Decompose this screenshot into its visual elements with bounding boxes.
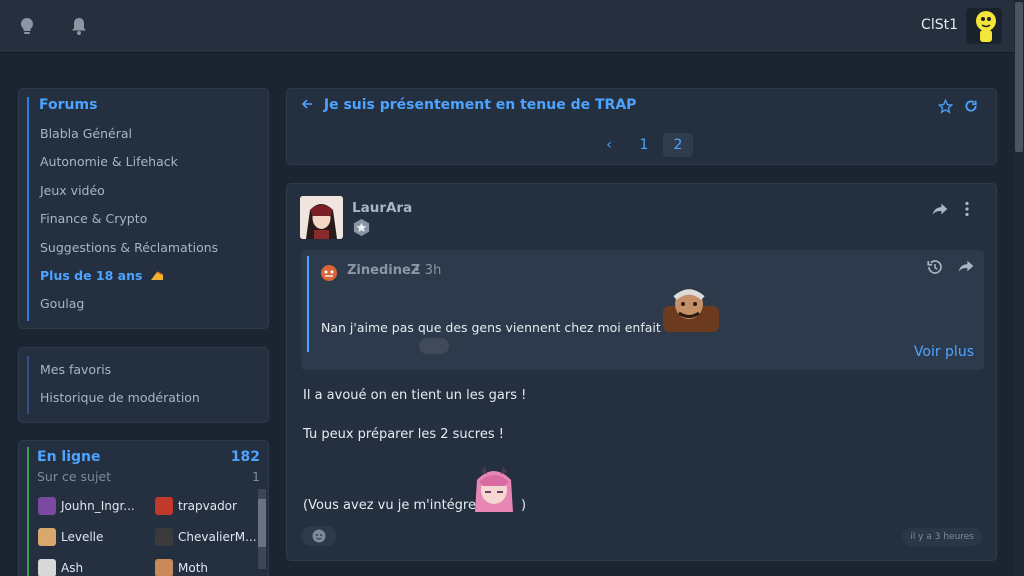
page-1[interactable]: 1: [633, 133, 655, 157]
blurred-sticker-icon: [419, 338, 449, 354]
sidebar-item-plus-18[interactable]: Plus de 18 ans: [29, 262, 218, 290]
online-user[interactable]: Jouhn_Ingr...: [38, 497, 135, 515]
online-user-name: trapvador: [178, 499, 237, 513]
quoted-message: ZinedineZ • 3h Nan j'aime pas que des ge…: [301, 250, 984, 370]
online-user[interactable]: Moth: [155, 559, 208, 576]
username[interactable]: ClSt1: [921, 17, 958, 33]
history-icon[interactable]: [926, 258, 942, 274]
online-user[interactable]: Ash: [38, 559, 83, 576]
post-line-3: (Vous avez vu je m'intégre: [303, 498, 476, 513]
forums-list: Forums Blabla Général Autonomie & Lifeha…: [27, 97, 218, 321]
avatar: [38, 497, 56, 515]
shield-badge-icon: [352, 218, 371, 237]
pager-prev-icon[interactable]: ‹: [599, 133, 619, 157]
links-panel: Mes favoris Historique de modération: [18, 347, 269, 423]
online-user-name: Jouhn_Ingr...: [61, 499, 135, 513]
quote-share-icon[interactable]: [958, 259, 974, 275]
online-user-name: Moth: [178, 561, 209, 575]
bell-icon[interactable]: [69, 16, 89, 36]
online-user[interactable]: ChevalierM...: [155, 528, 257, 546]
back-arrow-icon[interactable]: [301, 97, 318, 113]
top-bar: ClSt1: [0, 0, 1014, 53]
lightbulb-icon[interactable]: [17, 16, 37, 36]
topic-title-text: Je suis présentement en tenue de TRAP: [323, 97, 637, 113]
post-timestamp: il y a 3 heures: [902, 528, 982, 546]
meme-sticker-icon: [657, 286, 721, 334]
online-subtitle-count: 1: [252, 469, 260, 484]
online-user[interactable]: trapvador: [155, 497, 237, 515]
topic-header: Je suis présentement en tenue de TRAP ‹ …: [286, 88, 997, 165]
add-reaction-button[interactable]: [301, 526, 337, 546]
online-title: En ligne: [37, 449, 101, 465]
star-icon[interactable]: [937, 98, 954, 115]
page-scrollbar[interactable]: [1014, 0, 1024, 576]
forums-title[interactable]: Forums: [29, 97, 218, 113]
online-user[interactable]: Levelle: [38, 528, 103, 546]
online-scrollbar-thumb[interactable]: [258, 499, 266, 547]
sidebar-item-suggestions[interactable]: Suggestions & Réclamations: [29, 234, 218, 262]
author-avatar[interactable]: [300, 196, 343, 239]
share-icon[interactable]: [932, 202, 948, 218]
more-options-icon[interactable]: [964, 201, 980, 217]
sidebar-item-label: Plus de 18 ans: [40, 267, 143, 283]
avatar: [38, 528, 56, 546]
online-user-name: ChevalierM...: [178, 530, 257, 544]
post-line-1: Il a avoué on en tient un les gars !: [303, 388, 527, 403]
online-header: En ligne 182 Sur ce sujet 1: [37, 449, 260, 484]
post-line-4: ): [521, 498, 527, 513]
avatar: [155, 497, 173, 515]
post-line-2: Tu peux préparer les 2 sucres !: [303, 427, 504, 442]
user-avatar[interactable]: [966, 8, 1002, 44]
anime-sticker-icon: [469, 462, 519, 512]
online-indicator-bar: [27, 447, 29, 576]
online-subtitle: Sur ce sujet: [37, 469, 112, 484]
page-scrollbar-thumb[interactable]: [1015, 2, 1023, 152]
pie-emoji-icon: [150, 271, 164, 280]
quote-author-avatar[interactable]: [319, 262, 339, 282]
topic-title[interactable]: Je suis présentement en tenue de TRAP: [301, 97, 636, 113]
online-user-name: Ash: [61, 561, 84, 575]
sidebar-item-finance[interactable]: Finance & Crypto: [29, 205, 218, 233]
quote-text: Nan j'aime pas que des gens viennent che…: [321, 320, 661, 335]
forums-panel: Forums Blabla Général Autonomie & Lifeha…: [18, 88, 269, 329]
online-panel: En ligne 182 Sur ce sujet 1 Jouhn_Ingr..…: [18, 440, 269, 576]
online-scrollbar[interactable]: [258, 489, 266, 569]
quote-bar: [307, 256, 309, 352]
sidebar-item-favoris[interactable]: Mes favoris: [29, 356, 200, 384]
sidebar-item-historique[interactable]: Historique de modération: [29, 384, 200, 412]
links-list: Mes favoris Historique de modération: [27, 356, 200, 414]
sidebar-item-autonomie[interactable]: Autonomie & Lifehack: [29, 148, 218, 176]
avatar: [38, 559, 56, 576]
online-count: 182: [230, 449, 260, 465]
online-user-name: Levelle: [61, 530, 104, 544]
sidebar-item-blabla[interactable]: Blabla Général: [29, 120, 218, 148]
sidebar-item-goulag[interactable]: Goulag: [29, 290, 218, 318]
avatar: [155, 559, 173, 576]
quote-text-content: Nan j'aime pas que des gens viennent che…: [321, 320, 661, 335]
refresh-icon[interactable]: [964, 99, 980, 115]
sidebar-item-jeux-video[interactable]: Jeux vidéo: [29, 177, 218, 205]
post-author[interactable]: LaurAra: [352, 200, 412, 216]
post-card: LaurAra ZinedineZ • 3h Nan j'aime pas qu…: [286, 183, 997, 561]
see-more-link[interactable]: Voir plus: [914, 344, 974, 360]
quote-time: • 3h: [413, 263, 442, 278]
avatar: [155, 528, 173, 546]
page-2-current[interactable]: 2: [663, 133, 693, 157]
quote-author[interactable]: ZinedineZ: [347, 263, 420, 278]
